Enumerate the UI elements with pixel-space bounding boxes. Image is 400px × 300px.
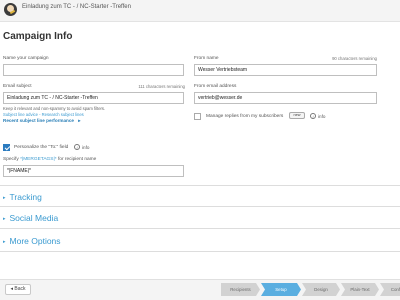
section-divider [0,228,400,229]
more-options-label: More Options [9,236,61,246]
subject-hint: Keep it relevant and non-spammy to avoid… [3,106,106,111]
step-recipients[interactable]: Recipients [221,283,260,296]
chevron-right-icon: ▸ [3,195,6,201]
merge-tag-suffix: for recipient name [57,157,97,162]
chevron-right-icon: ▸ [3,216,6,222]
social-media-section-toggle[interactable]: ▸ Social Media [3,213,58,223]
email-subject-counter: 111 characters remaining [138,84,185,89]
new-badge: new [289,112,305,119]
from-name-label: From name [194,56,219,61]
subject-advice-link[interactable]: Subject line advice - Research subject l… [3,112,84,117]
top-bar: Einladung zum TC - / NC-Starter -Treffen [0,0,400,22]
personalize-info-text[interactable]: info [82,145,89,150]
step-plain-text[interactable]: Plain-Text [341,283,379,296]
from-email-label: From email address [194,84,237,89]
merge-tag-label: Specify *|MERGETAGS|* for recipient name [3,157,96,162]
email-subject-input[interactable]: Einladung zum TC - / NC-Starter -Treffen [3,92,184,104]
info-icon[interactable]: i [74,144,80,150]
section-divider [0,206,400,207]
step-setup[interactable]: Setup [261,283,301,296]
page-title: Campaign Info [3,31,73,42]
merge-tag-input[interactable]: *|FNAME|* [3,165,184,177]
subject-performance-link[interactable]: Recent subject line performance ▸ [3,118,81,124]
tracking-label: Tracking [9,192,42,202]
manage-replies-checkbox[interactable] [194,113,201,120]
info-icon[interactable]: i [310,113,316,119]
campaign-title: Einladung zum TC - / NC-Starter -Treffen [22,4,131,10]
from-name-input[interactable]: Wesser Vertriebsteam [194,64,377,76]
more-options-section-toggle[interactable]: ▸ More Options [3,236,61,246]
from-name-counter: 90 characters remaining [332,56,377,61]
social-media-label: Social Media [9,213,59,223]
step-design[interactable]: Design [302,283,340,296]
personalize-checkbox[interactable] [3,144,10,151]
chevron-right-icon: ▸ [3,239,6,245]
campaign-name-label: Name your campaign [3,56,49,61]
back-button[interactable]: ◂ Back [5,284,31,295]
manage-replies-info-text[interactable]: info [318,114,325,119]
merge-tag-prefix: Specify [3,157,19,162]
merge-tags-link[interactable]: *|MERGETAGS|* [20,157,57,162]
subject-performance-label: Recent subject line performance [3,118,74,123]
manage-replies-label: Manage replies from my subscribers [206,114,284,119]
section-divider [0,185,400,186]
chevron-right-icon: ▸ [78,118,81,123]
personalize-label: Personalize the "To:" field [14,145,69,150]
tracking-section-toggle[interactable]: ▸ Tracking [3,192,42,202]
campaign-name-input[interactable] [3,64,184,76]
footer-bar [0,279,400,300]
email-subject-label: Email subject [3,84,32,89]
from-email-input[interactable]: vertrieb@wesser.de [194,92,377,104]
section-divider [0,251,400,252]
